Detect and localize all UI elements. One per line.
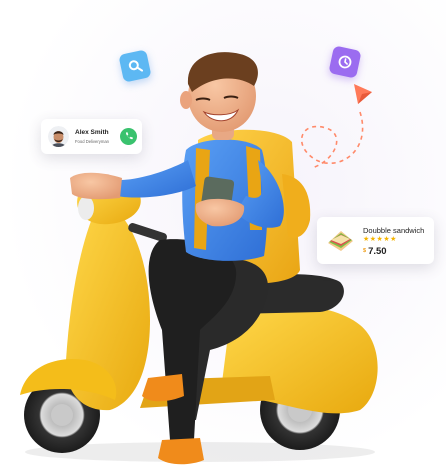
avatar bbox=[48, 126, 69, 147]
rider-head bbox=[180, 52, 258, 132]
hero-illustration: Alex Smith Food Deliveryman Doubble sand… bbox=[0, 0, 446, 475]
food-price: $7.50 bbox=[363, 246, 387, 257]
rider-hand-left bbox=[70, 172, 122, 200]
paper-plane-icon bbox=[354, 84, 372, 104]
food-title: Doubble sandwich bbox=[363, 226, 425, 235]
clock-bubble bbox=[328, 45, 362, 79]
dashed-route bbox=[300, 111, 364, 169]
driver-card: Alex Smith Food Deliveryman bbox=[41, 119, 142, 154]
search-bubble bbox=[118, 49, 152, 83]
driver-role: Food Deliveryman bbox=[75, 139, 109, 144]
driver-name: Alex Smith bbox=[75, 129, 109, 136]
phone-icon bbox=[125, 132, 133, 140]
rating-stars: ★★★★★ bbox=[363, 236, 397, 243]
clock-icon bbox=[338, 55, 352, 69]
call-button[interactable] bbox=[120, 128, 137, 145]
search-icon bbox=[128, 60, 144, 72]
sandwich-icon bbox=[328, 231, 353, 251]
price-value: 7.50 bbox=[368, 246, 387, 257]
currency-symbol: $ bbox=[363, 248, 367, 254]
food-item-card[interactable]: Doubble sandwich ★★★★★ $7.50 bbox=[317, 217, 434, 264]
